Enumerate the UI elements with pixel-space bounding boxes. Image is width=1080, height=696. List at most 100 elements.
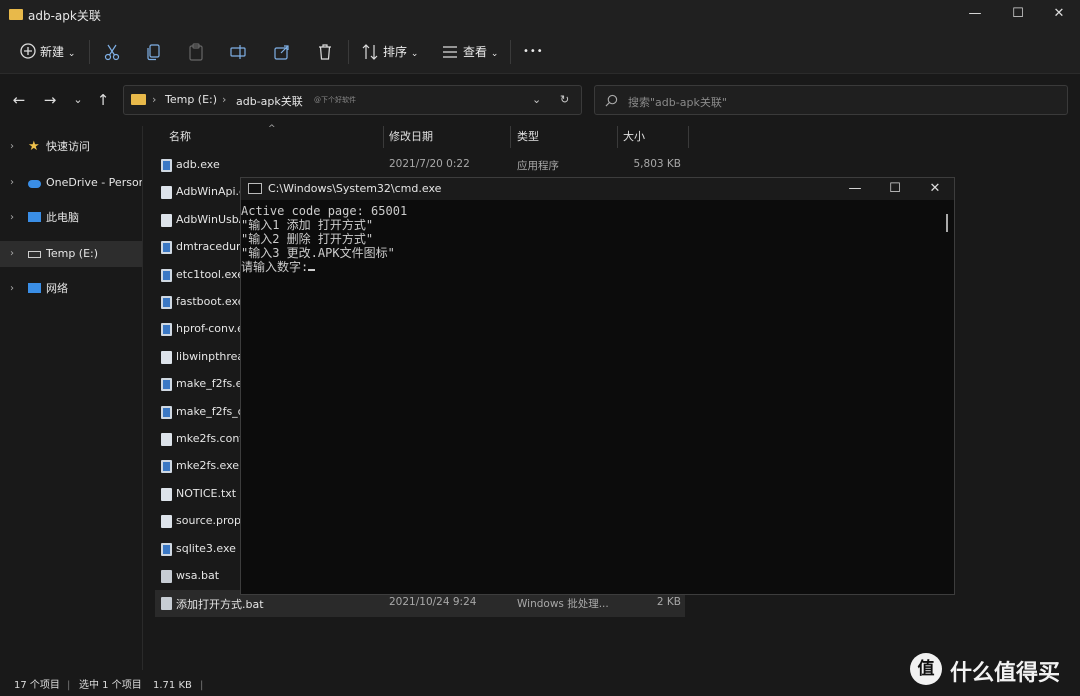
search-placeholder: 搜索"adb-apk关联"	[628, 96, 727, 109]
view-button[interactable]: 查看 ⌄	[463, 40, 498, 64]
doc-file-icon	[161, 515, 172, 529]
exe-file-icon	[161, 323, 172, 337]
column-divider[interactable]	[510, 126, 511, 148]
navigation-pane: › ★ 快速访问 › OneDrive - Personal › 此电脑 › T…	[0, 126, 142, 670]
paste-icon[interactable]	[186, 42, 206, 62]
sort-icon	[362, 44, 378, 60]
bat-file-icon	[161, 570, 172, 583]
column-divider[interactable]	[688, 126, 689, 148]
folder-icon	[9, 9, 23, 20]
plus-circle-icon	[20, 43, 36, 59]
column-divider[interactable]	[383, 126, 384, 148]
file-size: 2 KB	[656, 596, 681, 609]
up-arrow-icon[interactable]: ↑	[94, 91, 112, 109]
cmd-minimize-button[interactable]: —	[844, 179, 866, 199]
cmd-titlebar[interactable]: C:\Windows\System32\cmd.exe — ☐ ✕	[241, 178, 954, 200]
breadcrumb-separator-icon: ›	[222, 93, 227, 106]
selection-size: 1.71 KB	[153, 680, 192, 691]
expand-chevron-icon[interactable]: ›	[10, 205, 14, 231]
cmd-icon	[248, 183, 262, 194]
recent-chevron-icon[interactable]: ⌄	[69, 91, 87, 109]
console-line: Active code page: 65001	[241, 204, 408, 218]
breadcrumb-drive[interactable]: Temp (E:)	[165, 93, 217, 106]
column-header-name[interactable]: 名称	[169, 126, 191, 148]
sidebar-item-label: Temp (E:)	[46, 247, 99, 260]
back-arrow-icon[interactable]: ←	[10, 91, 28, 109]
expand-chevron-icon[interactable]: ›	[10, 241, 14, 267]
sort-button[interactable]: 排序 ⌄	[383, 40, 418, 64]
dll-file-icon	[161, 186, 172, 200]
sidebar-item-network[interactable]: › 网络	[0, 276, 142, 302]
exe-file-icon	[161, 542, 172, 556]
status-divider: |	[200, 680, 204, 691]
exe-file-icon	[161, 268, 172, 282]
view-label: 查看	[463, 45, 488, 59]
sidebar-item-quick-access[interactable]: › ★ 快速访问	[0, 134, 142, 160]
refresh-icon[interactable]: ↻	[560, 93, 569, 106]
file-name: sqlite3.exe	[176, 541, 236, 555]
cloud-icon	[28, 180, 41, 188]
column-header-type[interactable]: 类型	[517, 126, 539, 148]
status-divider: |	[67, 680, 71, 691]
column-header-date[interactable]: 修改日期	[389, 126, 433, 148]
sidebar-item-label: 网络	[46, 282, 68, 295]
share-icon[interactable]	[272, 42, 292, 62]
copy-icon[interactable]	[144, 42, 164, 62]
cmd-window[interactable]: C:\Windows\System32\cmd.exe — ☐ ✕ Active…	[240, 177, 955, 595]
sidebar-item-label: OneDrive - Personal	[46, 176, 142, 189]
exe-file-icon	[161, 241, 172, 255]
dll-file-icon	[161, 213, 172, 227]
address-dropdown-icon[interactable]: ⌄	[532, 93, 541, 106]
cmd-close-button[interactable]: ✕	[924, 179, 946, 199]
file-type: 应用程序	[517, 160, 559, 172]
sort-ascending-icon: ^	[268, 124, 276, 134]
sidebar-item-label: 快速访问	[46, 140, 90, 153]
file-name: fastboot.exe	[176, 295, 245, 308]
address-bar[interactable]: › Temp (E:) › adb-apk关联 @下个好软件 ⌄ ↻	[123, 85, 582, 115]
cmd-maximize-button[interactable]: ☐	[884, 179, 906, 199]
chevron-down-icon: ⌄	[67, 49, 76, 59]
column-divider[interactable]	[617, 126, 618, 148]
toolbar-divider	[348, 40, 349, 64]
console-line: "输入1 添加 打开方式"	[241, 218, 374, 232]
maximize-button[interactable]: ☐	[1007, 4, 1029, 24]
file-date: 2021/10/24 9:24	[389, 596, 477, 609]
column-header-size[interactable]: 大小	[623, 126, 645, 148]
sidebar-item-onedrive[interactable]: › OneDrive - Personal	[0, 170, 142, 196]
rename-icon[interactable]	[228, 42, 248, 62]
search-input[interactable]: 搜索"adb-apk关联"	[594, 85, 1068, 115]
sidebar-item-temp-drive[interactable]: › Temp (E:)	[0, 241, 142, 267]
delete-icon[interactable]	[315, 42, 335, 62]
doc-file-icon	[161, 487, 172, 501]
selection-count: 选中 1 个项目	[79, 680, 142, 691]
toolbar-divider	[510, 40, 511, 64]
expand-chevron-icon[interactable]: ›	[10, 134, 14, 160]
cmd-title: C:\Windows\System32\cmd.exe	[268, 182, 442, 195]
more-options-button[interactable]: •••	[523, 40, 544, 64]
minimize-button[interactable]: —	[964, 4, 986, 24]
new-button[interactable]: 新建 ⌄	[40, 40, 75, 64]
drive-icon	[28, 251, 41, 258]
window-title: adb-apk关联	[28, 9, 101, 23]
pane-divider	[142, 126, 143, 670]
cmd-scrollbar[interactable]	[946, 214, 948, 232]
network-icon	[28, 283, 41, 293]
file-row[interactable]: adb.exe 2021/7/20 0:22 应用程序 5,803 KB	[155, 152, 685, 179]
expand-chevron-icon[interactable]: ›	[10, 276, 14, 302]
watermark-logo-icon: 值	[910, 653, 942, 685]
search-icon	[605, 94, 618, 107]
close-button[interactable]: ✕	[1048, 4, 1070, 24]
console-line: "输入2 删除 打开方式"	[241, 232, 374, 246]
breadcrumb-folder[interactable]: adb-apk关联	[236, 93, 303, 109]
file-name: adb.exe	[176, 158, 220, 171]
console-prompt: 请输入数字:	[241, 260, 931, 274]
item-count: 17 个项目	[14, 680, 60, 691]
exe-file-icon	[161, 159, 172, 172]
sort-label: 排序	[383, 45, 408, 59]
console-output[interactable]: Active code page: 65001 "输入1 添加 打开方式" "输入2…	[241, 204, 931, 274]
sidebar-item-this-pc[interactable]: › 此电脑	[0, 205, 142, 231]
expand-chevron-icon[interactable]: ›	[10, 170, 14, 196]
cut-icon[interactable]	[102, 42, 122, 62]
exe-file-icon	[161, 405, 172, 419]
forward-arrow-icon[interactable]: →	[41, 91, 59, 109]
